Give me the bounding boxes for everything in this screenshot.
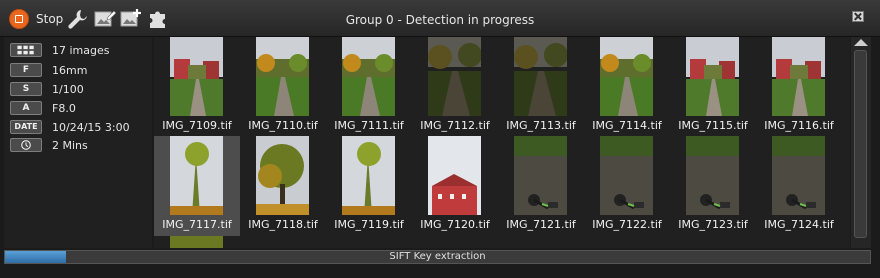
image-tile[interactable]: IMG_7122.tif [584,136,670,236]
image-filename: IMG_7115.tif [678,119,748,132]
image-tile[interactable]: IMG_7112.tif [412,37,498,137]
shutter-speed: 1/100 [52,83,84,96]
image-thumbnail[interactable] [686,136,739,215]
image-info-panel: 17 images F 16mm S 1/100 A F8.0 DATE 10/… [4,37,152,248]
close-icon[interactable] [852,11,864,22]
image-filename: IMG_7119.tif [334,218,404,231]
image-thumbnail[interactable] [170,37,223,116]
image-thumbnail[interactable] [686,37,739,116]
focal-badge: F [10,63,42,77]
image-tile[interactable]: IMG_7111.tif [326,37,412,137]
image-filename: IMG_7120.tif [420,218,490,231]
image-thumbnail[interactable] [428,37,481,116]
capture-date: 10/24/15 3:00 [52,121,130,134]
image-filename: IMG_7118.tif [248,218,318,231]
image-filename: IMG_7116.tif [764,119,834,132]
date-badge: DATE [10,120,42,134]
image-tile[interactable]: IMG_7115.tif [670,37,756,137]
title-bar: Stop Group 0 - Detection in progress [0,0,880,37]
image-count: 17 images [52,44,110,57]
image-filename: IMG_7110.tif [248,119,318,132]
image-tile[interactable]: IMG_7118.tif [240,136,326,236]
duration: 2 Mins [52,139,88,152]
image-filename: IMG_7122.tif [592,218,662,231]
image-filename: IMG_7124.tif [764,218,834,231]
image-tile[interactable]: IMG_7124.tif [756,136,842,236]
grid-icon [10,43,42,57]
image-grid: IMG_7109.tif IMG_7110.tif IMG_7111.tif IMG_… [154,37,850,248]
aperture-value: F8.0 [52,102,76,115]
image-filename: IMG_7109.tif [162,119,232,132]
image-tile[interactable]: IMG_7114.tif [584,37,670,137]
image-thumbnail-partial [170,236,223,248]
image-tile[interactable]: IMG_7110.tif [240,37,326,137]
status-bar: SIFT Key extraction [4,250,871,264]
image-tile[interactable]: IMG_7123.tif [670,136,756,236]
image-thumbnail[interactable] [772,136,825,215]
image-tile[interactable]: IMG_7116.tif [756,37,842,137]
image-thumbnail[interactable] [600,136,653,215]
image-filename: IMG_7123.tif [678,218,748,231]
image-thumbnail[interactable] [342,37,395,116]
image-filename: IMG_7112.tif [420,119,490,132]
image-filename: IMG_7117.tif [162,218,232,231]
shutter-badge: S [10,82,42,96]
image-thumbnail[interactable] [428,136,481,215]
image-tile[interactable]: IMG_7109.tif [154,37,240,137]
scroll-up-icon[interactable] [854,39,868,46]
image-tile[interactable]: IMG_7117.tif [154,136,240,236]
image-thumbnail[interactable] [342,136,395,215]
image-tile[interactable]: IMG_7119.tif [326,136,412,236]
image-tile[interactable]: IMG_7113.tif [498,37,584,137]
image-filename: IMG_7113.tif [506,119,576,132]
aperture-badge: A [10,101,42,115]
scroll-thumb[interactable] [854,50,867,238]
image-thumbnail[interactable] [256,37,309,116]
image-thumbnail[interactable] [514,136,567,215]
vertical-scrollbar[interactable] [851,37,871,248]
image-thumbnail[interactable] [170,136,223,215]
clock-icon [10,138,42,152]
image-tile[interactable]: IMG_7121.tif [498,136,584,236]
image-filename: IMG_7111.tif [334,119,404,132]
image-thumbnail[interactable] [772,37,825,116]
window-title: Group 0 - Detection in progress [345,13,535,27]
detection-window: Stop Group 0 - Detection in progress 17 … [0,0,880,278]
image-thumbnail[interactable] [256,136,309,215]
image-thumbnail[interactable] [600,37,653,116]
image-thumbnail[interactable] [514,37,567,116]
status-label: SIFT Key extraction [389,251,486,262]
image-filename: IMG_7121.tif [506,218,576,231]
image-filename: IMG_7114.tif [592,119,662,132]
image-tile[interactable]: IMG_7120.tif [412,136,498,236]
focal-length: 16mm [52,64,88,77]
